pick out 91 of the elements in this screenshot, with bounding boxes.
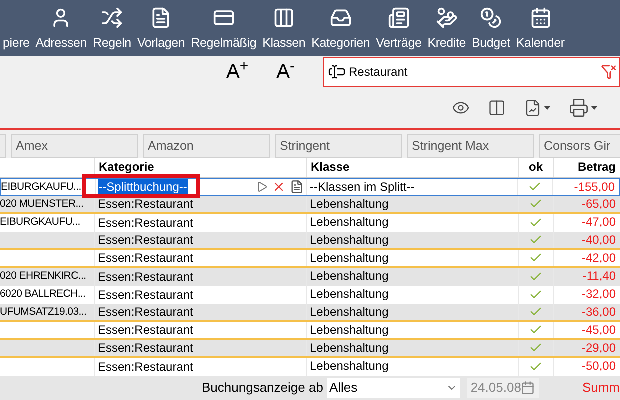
table-cell-text: EIBURGKAUFU...: [0, 215, 80, 230]
table-cell: Essen:Restaurant: [97, 250, 194, 266]
table-cell: -50,00: [582, 359, 616, 373]
table-cell-text: 020 EHRENKIRC...: [0, 269, 86, 284]
columns-icon: [273, 6, 296, 28]
table-cell: --Klassen im Splitt--: [310, 180, 415, 194]
period-select[interactable]: Alles: [327, 378, 460, 398]
account-tab[interactable]: Stringent Max: [407, 134, 534, 158]
toolbar-button[interactable]: Kategorien: [308, 6, 374, 49]
table-cell: Lebenshaltung: [310, 251, 389, 265]
toolbar-button[interactable]: Vorlagen: [134, 6, 188, 49]
toolbar-button[interactable]: Budget: [469, 6, 514, 49]
hand-coin-icon: [436, 6, 458, 28]
table-cell-text: UFUMSATZ19.03...: [0, 305, 87, 320]
toolbar-button[interactable]: Regelmäßig: [188, 6, 260, 49]
table-cell: Essen:Restaurant: [97, 196, 194, 212]
table-cell: -36,00: [582, 305, 616, 319]
coins-icon: [480, 6, 502, 28]
dropdown-arrow-icon: [591, 106, 598, 110]
font-size-button[interactable]: A$^{-}$: [276, 62, 295, 82]
table-cell: Essen:Restaurant: [97, 232, 194, 248]
table-cell: -32,00: [582, 287, 616, 301]
document-icon: [388, 6, 410, 28]
table-cell: Lebenshaltung: [310, 323, 389, 337]
table-cell: Lebenshaltung: [310, 197, 389, 211]
eye-icon[interactable]: [452, 99, 470, 117]
toolbar-button[interactable]: Verträge: [373, 6, 425, 49]
search-field[interactable]: Restaurant: [323, 57, 620, 87]
table-cell: -65,00: [582, 197, 616, 211]
account-tab[interactable]: Amex: [11, 134, 138, 158]
table-cell: Essen:Restaurant: [97, 322, 194, 338]
table-cell-text: EIBURGKAUFU...: [1, 180, 82, 195]
table-row[interactable]: 020 MUENSTER... Essen:Restaurant Lebenshaltung -65,00: [0, 196, 620, 214]
close-icon[interactable]: [272, 180, 286, 194]
table-cell: Lebenshaltung: [310, 287, 389, 301]
table-cell: Lebenshaltung: [310, 233, 389, 247]
clear-filter-icon[interactable]: [601, 64, 617, 80]
play-icon[interactable]: [256, 181, 268, 193]
table-cell: Essen:Restaurant: [97, 286, 194, 304]
document-icon[interactable]: [290, 180, 304, 194]
note-icon: [150, 6, 172, 28]
toolbar-button[interactable]: Klassen: [260, 6, 309, 49]
table-row[interactable]: Essen:Restaurant Lebenshaltung -29,00: [0, 340, 620, 358]
shuffle-icon: [101, 6, 124, 28]
table-cell: Essen:Restaurant: [97, 358, 194, 376]
table-row[interactable]: EIBURGKAUFU... --Splittbuchung-- --Klassen im Splitt-- -155,00: [0, 178, 620, 196]
table-cell: Lebenshaltung: [310, 305, 389, 319]
toolbar-button[interactable]: piere: [0, 6, 33, 49]
table-cell: Essen:Restaurant: [97, 304, 194, 320]
toolbar-button[interactable]: Kredite: [424, 6, 469, 49]
column-header[interactable]: Kategorie: [99, 160, 154, 174]
table-row[interactable]: Essen:Restaurant Lebenshaltung -42,00: [0, 250, 620, 268]
account-tab[interactable]: Consors Gir: [539, 134, 620, 158]
table-row[interactable]: Essen:Restaurant Lebenshaltung -45,00: [0, 322, 620, 340]
table-cell: Lebenshaltung: [310, 341, 389, 355]
toolbar-button[interactable]: Kalender: [513, 6, 568, 49]
chart-export-button[interactable]: [524, 99, 551, 117]
table-row[interactable]: UFUMSATZ19.03... Essen:Restaurant Lebenshaltung -36,00: [0, 304, 620, 322]
dropdown-arrow-icon: [544, 106, 551, 110]
account-tab[interactable]: Stringent: [275, 134, 402, 158]
column-header[interactable]: Klasse: [311, 160, 350, 174]
table-cell: -40,00: [582, 233, 616, 247]
table-cell: -155,00: [574, 180, 615, 194]
toolbar-button[interactable]: Regeln: [90, 6, 134, 49]
table-cell: --Splittbuchung--: [98, 178, 188, 196]
table-cell: -42,00: [582, 251, 616, 265]
table-cell: -29,00: [582, 341, 616, 355]
print-button[interactable]: [569, 98, 598, 118]
table-cell: -45,00: [582, 323, 616, 337]
table-cell: Essen:Restaurant: [97, 340, 194, 356]
account-tab[interactable]: Amazon: [143, 134, 270, 158]
table-cell-text: 020 MUENSTER...: [0, 197, 84, 212]
table-cell: -47,00: [582, 215, 616, 229]
font-size-button[interactable]: A$^{+}$: [226, 62, 249, 82]
table-cell: Lebenshaltung: [310, 359, 389, 373]
column-header[interactable]: Betrag: [578, 160, 616, 174]
footer-label: Buchungsanzeige ab: [202, 379, 324, 398]
sum-label: Summ: [582, 379, 620, 398]
table-cell: Essen:Restaurant: [97, 268, 194, 286]
table-cell: Essen:Restaurant: [97, 214, 194, 232]
toolbar-button[interactable]: Adressen: [32, 6, 90, 49]
table-cell: Lebenshaltung: [310, 269, 389, 283]
table-cell: Lebenshaltung: [310, 215, 389, 229]
text-cursor-icon: [328, 63, 346, 81]
split-view-icon[interactable]: [488, 99, 506, 117]
table-cell-text: 6020 BALLRECH...: [0, 287, 86, 302]
table-row[interactable]: 020 EHRENKIRC... Essen:Restaurant Lebenshaltung -11,40: [0, 268, 620, 286]
column-header[interactable]: ok: [528, 160, 543, 174]
table-row[interactable]: Essen:Restaurant Lebenshaltung -40,00: [0, 232, 620, 250]
table-cell: -11,40: [582, 269, 616, 283]
calendar-icon: [530, 6, 552, 28]
